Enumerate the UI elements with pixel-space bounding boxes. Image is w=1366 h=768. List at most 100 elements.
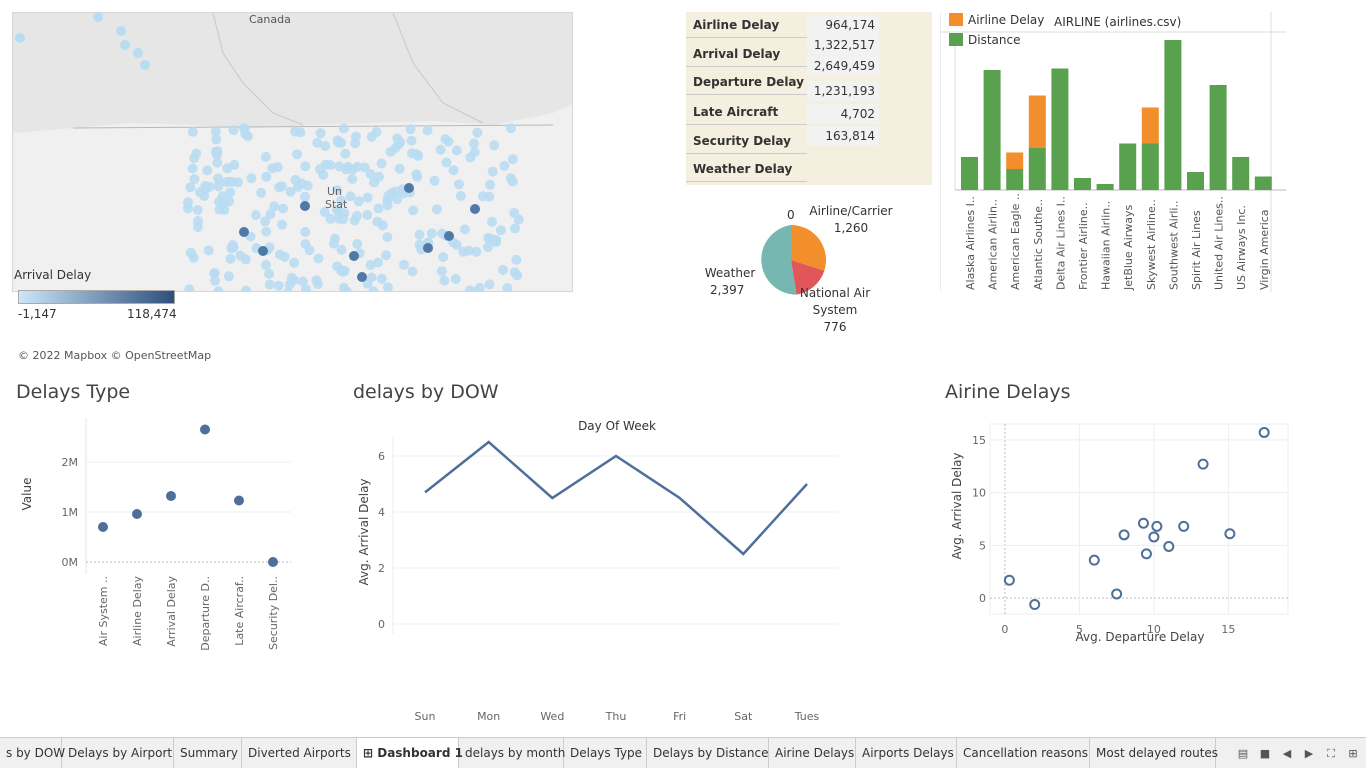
airport-marker[interactable] [189,174,200,185]
airport-marker[interactable] [227,176,238,187]
airport-marker[interactable] [239,227,249,237]
airport-marker[interactable] [394,163,405,174]
airport-marker[interactable] [373,257,383,268]
airport-marker[interactable] [341,164,352,175]
airport-marker[interactable] [485,179,495,190]
airport-marker[interactable] [214,204,225,215]
airport-marker[interactable] [349,251,359,261]
sheet-tab[interactable]: Airine Delays [769,738,856,768]
airport-marker[interactable] [240,254,251,265]
presentation-mode-icon[interactable]: ⊞ [1345,746,1361,762]
airport-marker[interactable] [313,253,324,264]
airport-marker[interactable] [276,181,287,192]
airport-marker[interactable] [495,225,506,236]
airport-marker[interactable] [422,125,433,136]
airport-marker[interactable] [454,179,464,190]
airport-marker[interactable] [312,137,323,148]
airport-marker[interactable] [455,191,466,201]
airport-marker[interactable] [426,228,437,239]
airline-bar-chart[interactable]: Alaska Airlines I.. American Airlin.. Amer… [939,12,1286,292]
airport-marker[interactable] [300,239,311,250]
airport-marker[interactable] [465,152,476,163]
airport-marker[interactable] [477,191,488,202]
airport-marker[interactable] [351,210,362,221]
airport-marker[interactable] [187,126,198,137]
delays-type-point[interactable] [132,509,142,519]
delays-type-chart[interactable]: 0M 1M 2M Value Air System .. Airline Delay Arr… [16,414,306,664]
airport-marker[interactable] [350,138,361,149]
airport-marker[interactable] [340,148,351,159]
airport-marker[interactable] [300,161,311,172]
airport-marker[interactable] [510,223,520,234]
airport-marker[interactable] [507,154,518,165]
airport-marker[interactable] [359,162,370,173]
scatter-point[interactable] [1137,517,1149,529]
airport-marker[interactable] [183,197,193,208]
fit-screen-icon[interactable]: ⛶ [1323,746,1339,762]
bar-distance[interactable] [1141,143,1159,191]
airport-marker[interactable] [239,123,250,134]
scatter-point[interactable] [1140,548,1152,560]
scatter-point[interactable] [1118,529,1130,541]
airport-marker[interactable] [450,273,461,284]
airport-marker[interactable] [311,275,322,286]
dow-series-line[interactable] [424,440,808,556]
airport-marker[interactable] [408,205,419,216]
bar-distance[interactable] [961,157,978,190]
airport-marker[interactable] [211,134,222,145]
airport-marker[interactable] [458,246,469,257]
airport-marker[interactable] [285,186,296,197]
airport-marker[interactable] [506,123,516,134]
bar-airline-delay[interactable] [1141,107,1159,144]
airport-marker[interactable] [414,229,425,240]
airport-marker[interactable] [140,60,150,70]
scatter-point[interactable] [1029,599,1041,610]
airport-marker[interactable] [487,166,498,177]
bar-airline-delay[interactable] [1028,95,1046,149]
airport-marker[interactable] [223,271,234,282]
bar-distance[interactable] [1209,85,1227,190]
airport-marker[interactable] [229,159,240,170]
sheet-tab[interactable]: Delays by Distance [647,738,769,768]
bar-distance[interactable] [1187,172,1204,190]
airport-marker[interactable] [432,204,442,215]
table-row[interactable]: Security Delay 163,814 [686,126,932,154]
sheet-tab[interactable]: Summary [174,738,242,768]
airport-marker[interactable] [487,216,497,227]
airport-marker[interactable] [407,266,418,277]
airport-marker[interactable] [489,140,500,151]
airport-marker[interactable] [325,160,336,171]
airport-marker[interactable] [315,128,326,139]
airport-marker[interactable] [377,220,388,231]
airport-marker[interactable] [429,175,440,186]
show-filmstrip-icon[interactable]: ▤ [1235,746,1251,762]
airport-marker[interactable] [498,265,509,275]
airport-marker[interactable] [202,165,213,176]
airport-marker[interactable] [336,244,347,255]
scatter-point[interactable] [1258,426,1270,438]
airport-marker[interactable] [260,216,271,227]
airport-marker[interactable] [509,207,520,218]
airport-marker[interactable] [133,48,143,58]
sheet-tab[interactable]: Delays by Airport [62,738,174,768]
bar-distance[interactable] [1096,184,1114,190]
airport-marker[interactable] [468,138,479,149]
sheet-tab[interactable]: Diverted Airports [242,738,357,768]
airport-marker[interactable] [210,146,221,157]
airport-marker[interactable] [448,165,459,176]
airport-marker[interactable] [413,150,424,161]
airport-marker[interactable] [278,203,289,214]
scatter-point[interactable] [1151,520,1163,532]
arrival-delay-map[interactable]: Canada Un Stat [12,12,573,292]
airport-marker[interactable] [505,173,516,184]
airport-marker[interactable] [373,171,384,182]
airport-marker[interactable] [203,245,214,256]
airport-marker[interactable] [376,273,387,284]
airport-marker[interactable] [288,275,299,286]
bar-airline-delay[interactable] [1006,152,1024,170]
airport-marker[interactable] [512,270,523,281]
scatter-point[interactable] [1003,574,1015,586]
airport-marker[interactable] [292,149,303,160]
airport-marker[interactable] [290,174,301,185]
sheet-tab[interactable]: ⊞ Dashboard 1 [357,738,463,768]
